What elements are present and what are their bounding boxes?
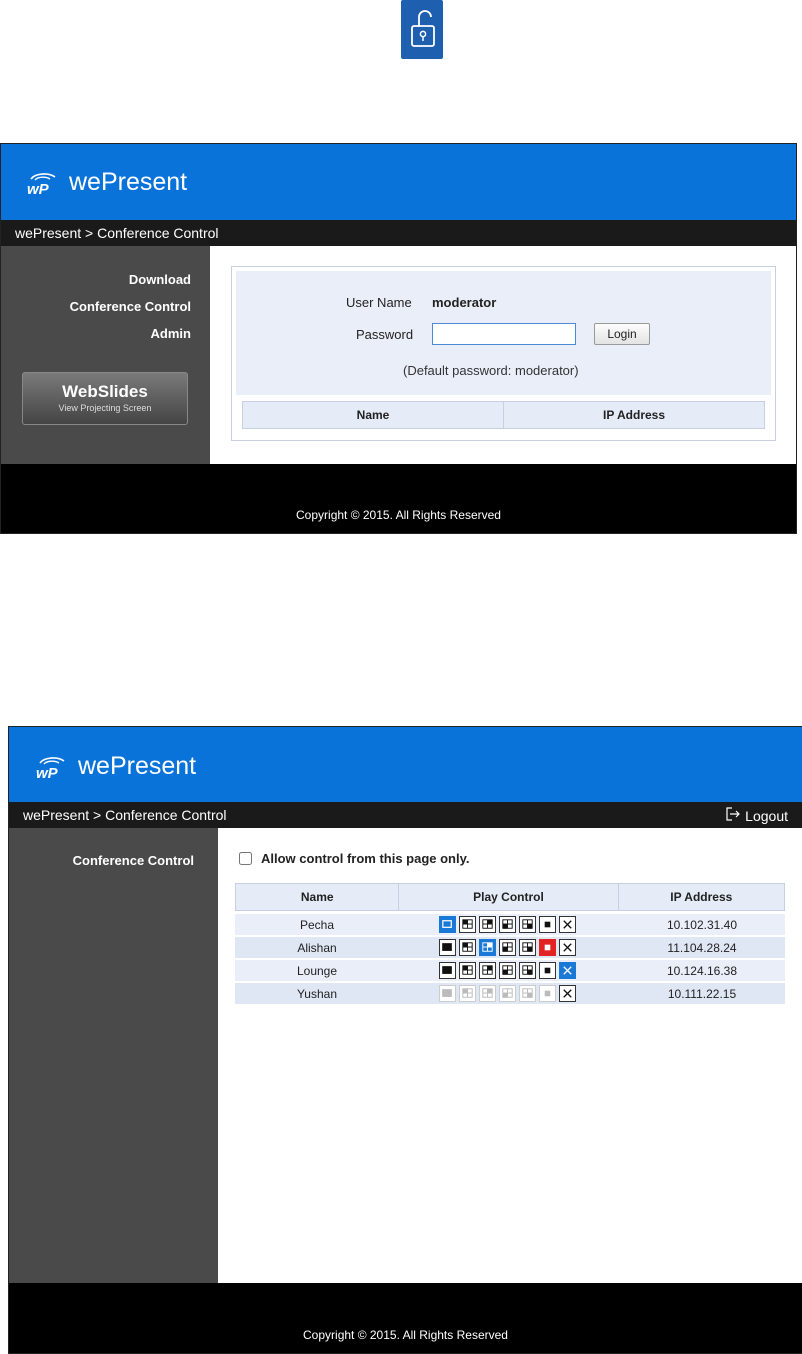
split-quad-bottom-right-button[interactable] <box>519 939 536 956</box>
wepresent-logo-icon: wP <box>34 754 70 782</box>
sidebar-item-admin[interactable]: Admin <box>70 320 191 347</box>
sidebar-item-conference-control[interactable]: Conference Control <box>70 293 191 320</box>
split-quad-top-right-button[interactable] <box>479 916 496 933</box>
copyright-text: Copyright © 2015. All Rights Reserved <box>296 508 501 522</box>
disconnect-button[interactable] <box>559 962 576 979</box>
stop-button <box>539 985 556 1002</box>
footer: Copyright © 2015. All Rights Reserved <box>9 1283 802 1353</box>
login-form: User Name moderator Password Login (Defa… <box>236 271 771 395</box>
table-row: Pecha 10.102.31.40 <box>235 914 785 935</box>
participant-ip: 10.102.31.40 <box>666 917 738 932</box>
footer: Copyright © 2015. All Rights Reserved <box>1 464 796 533</box>
default-password-hint: (Default password: moderator) <box>403 363 579 378</box>
split-quad-bottom-right-button[interactable] <box>519 916 536 933</box>
sidebar-nav: Download Conference Control Admin <box>70 266 191 347</box>
breadcrumb-text: wePresent > Conference Control <box>23 807 227 823</box>
participant-name: Alishan <box>297 940 337 955</box>
stop-button[interactable] <box>539 962 556 979</box>
split-quad-top-right-button[interactable] <box>479 939 496 956</box>
split-quad-top-left-button[interactable] <box>459 939 476 956</box>
sidebar: Download Conference Control Admin WebSli… <box>1 246 210 466</box>
app-header: wP wePresent <box>9 727 802 802</box>
stop-button[interactable] <box>539 939 556 956</box>
participant-ip: 11.104.28.24 <box>667 940 737 955</box>
participant-name: Lounge <box>296 963 338 978</box>
logout-label: Logout <box>745 807 788 824</box>
participant-ip: 10.111.22.15 <box>667 986 737 1001</box>
column-header-name: Name <box>243 402 504 428</box>
breadcrumb-text: wePresent > Conference Control <box>15 225 219 241</box>
allow-control-checkbox-input[interactable] <box>239 852 252 865</box>
breadcrumb: wePresent > Conference Control Logout <box>9 802 802 828</box>
full-screen-button[interactable] <box>439 939 456 956</box>
split-quad-bottom-left-button[interactable] <box>499 962 516 979</box>
full-screen-button[interactable] <box>439 916 456 933</box>
column-header-ip: IP Address <box>602 408 666 422</box>
disconnect-button[interactable] <box>559 916 576 933</box>
login-button[interactable]: Login <box>594 323 650 345</box>
stop-button[interactable] <box>539 916 556 933</box>
wepresent-logo-icon: wP <box>25 170 61 198</box>
svg-text:wP: wP <box>36 765 59 780</box>
webslides-subtitle: View Projecting Screen <box>58 403 152 413</box>
sidebar: Conference Control <box>9 828 218 1283</box>
full-screen-button <box>439 985 456 1002</box>
column-header-name: Name <box>236 884 400 910</box>
sidebar-item-conference-control[interactable]: Conference Control <box>73 853 194 868</box>
split-quad-top-right-button[interactable] <box>479 962 496 979</box>
allow-control-label: Allow control from this page only. <box>261 851 470 866</box>
username-label: User Name <box>346 295 412 310</box>
webslides-button[interactable]: WebSlides View Projecting Screen <box>22 372 188 425</box>
play-control-group <box>399 939 619 956</box>
table-row: Lounge 10.124.16.38 <box>235 960 785 981</box>
password-label: Password <box>356 327 414 342</box>
brand-logo[interactable]: wP wePresent <box>25 168 188 198</box>
participant-ip: 10.124.16.38 <box>666 963 738 978</box>
app-header: wP wePresent <box>1 144 796 220</box>
split-quad-bottom-left-button <box>499 985 516 1002</box>
play-control-group <box>399 916 619 933</box>
logout-button[interactable]: Logout <box>726 807 788 824</box>
login-screenshot: wP wePresent wePresent > Conference Cont… <box>0 143 797 534</box>
table-row: Alishan 11.104.28.24 <box>235 937 785 958</box>
unlocked-padlock-icon <box>401 0 443 59</box>
copyright-text: Copyright © 2015. All Rights Reserved <box>303 1328 508 1342</box>
password-field[interactable] <box>432 323 576 345</box>
control-table-header: Name Play Control IP Address <box>235 883 785 911</box>
split-quad-top-left-button[interactable] <box>459 916 476 933</box>
column-header-play-control: Play Control <box>399 884 619 910</box>
split-quad-bottom-left-button[interactable] <box>499 916 516 933</box>
brand-name: wePresent <box>69 168 188 196</box>
column-header-ip: IP Address <box>670 890 733 904</box>
split-quad-bottom-right-button[interactable] <box>519 962 536 979</box>
svg-text:wP: wP <box>27 181 50 196</box>
participant-name: Pecha <box>299 917 335 932</box>
play-control-group <box>399 985 619 1002</box>
control-screenshot: wP wePresent wePresent > Conference Cont… <box>8 726 802 1354</box>
sidebar-item-download[interactable]: Download <box>70 266 191 293</box>
play-control-group <box>399 962 619 979</box>
breadcrumb: wePresent > Conference Control <box>1 220 796 246</box>
split-quad-bottom-right-button <box>519 985 536 1002</box>
disconnect-button[interactable] <box>559 985 576 1002</box>
password-input[interactable] <box>433 324 575 344</box>
username-value: moderator <box>432 295 497 310</box>
brand-logo[interactable]: wP wePresent <box>34 752 197 782</box>
split-quad-bottom-left-button[interactable] <box>499 939 516 956</box>
webslides-title: WebSlides <box>62 382 148 401</box>
allow-control-checkbox[interactable]: Allow control from this page only. <box>239 851 470 866</box>
split-quad-top-right-button <box>479 985 496 1002</box>
participant-name: Yushan <box>296 986 338 1001</box>
brand-name: wePresent <box>78 752 197 780</box>
participants-table-header: Name IP Address <box>242 401 765 429</box>
logout-icon <box>726 807 741 824</box>
table-row: Yushan 10.111.22.15 <box>235 983 785 1004</box>
full-screen-button[interactable] <box>439 962 456 979</box>
split-quad-top-left-button <box>459 985 476 1002</box>
login-panel: User Name moderator Password Login (Defa… <box>231 266 776 441</box>
disconnect-button[interactable] <box>559 939 576 956</box>
split-quad-top-left-button[interactable] <box>459 962 476 979</box>
